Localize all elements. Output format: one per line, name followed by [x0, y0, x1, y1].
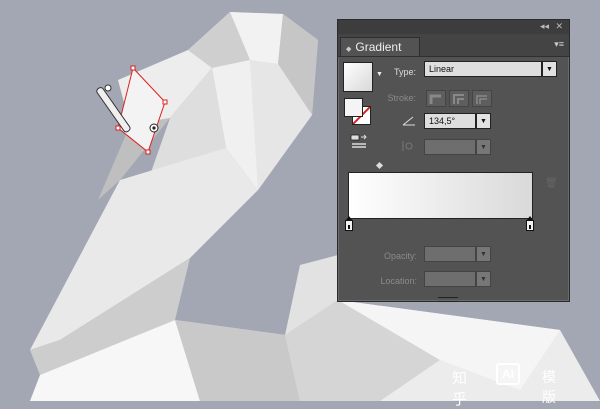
location-dropdown-icon[interactable]: ▼ — [476, 271, 491, 287]
aspect-ratio-icon — [402, 141, 413, 151]
reverse-gradient-icon[interactable] — [350, 134, 368, 150]
stroke-label: Stroke: — [387, 93, 416, 103]
gradient-stop-end[interactable] — [526, 216, 534, 231]
location-label: Location: — [380, 276, 417, 286]
panel-tab-row: ◆ Gradient — [338, 34, 569, 57]
watermark-text-primary: 知乎 — [452, 370, 468, 408]
angle-icon — [402, 116, 415, 126]
angle-input[interactable]: 134,5° — [424, 113, 476, 129]
type-label: Type: — [393, 67, 416, 77]
gradient-stop-start[interactable] — [345, 216, 353, 231]
gradient-panel: ◂◂ ✕ ◆ Gradient ▾≡ ▼ Type: Linear ▼ Strok… — [337, 19, 570, 302]
panel-menu-icon[interactable]: ▾≡ — [554, 39, 564, 50]
type-select[interactable]: Linear — [424, 61, 542, 77]
stroke-within-button[interactable] — [426, 90, 446, 107]
opacity-input[interactable] — [424, 246, 476, 262]
tab-gradient[interactable]: ◆ Gradient — [340, 37, 420, 56]
angle-dropdown-icon[interactable]: ▼ — [476, 113, 491, 129]
gradient-slider-ramp[interactable] — [348, 172, 533, 219]
opacity-label: Opacity: — [383, 251, 417, 261]
double-chevron-icon[interactable]: ◂◂ — [540, 21, 549, 32]
watermark-logo: AI — [496, 363, 520, 385]
trash-icon[interactable]: 🗑 — [545, 178, 558, 189]
stroke-within-icon — [429, 94, 441, 104]
close-icon[interactable]: ✕ — [555, 21, 563, 32]
aspect-ratio-dropdown-icon[interactable]: ▼ — [476, 139, 491, 155]
stroke-along-button[interactable] — [449, 90, 469, 107]
aspect-ratio-input[interactable] — [424, 139, 476, 155]
resize-grip[interactable] — [438, 297, 458, 302]
midpoint-diamond[interactable] — [375, 161, 384, 170]
stroke-across-icon — [476, 95, 487, 104]
location-input[interactable] — [424, 271, 476, 287]
stroke-across-button[interactable] — [472, 90, 492, 107]
type-dropdown-icon[interactable]: ▼ — [542, 61, 557, 77]
stroke-along-icon — [453, 94, 464, 104]
panel-title-bar[interactable]: ◂◂ ✕ — [338, 20, 569, 34]
collapse-arrows-icon[interactable]: ◆ — [346, 46, 351, 53]
fill-indicator[interactable] — [344, 98, 363, 117]
watermark-text-secondary: 模版 — [542, 369, 556, 405]
opacity-dropdown-icon[interactable]: ▼ — [476, 246, 491, 262]
tab-gradient-label: Gradient — [355, 40, 402, 54]
